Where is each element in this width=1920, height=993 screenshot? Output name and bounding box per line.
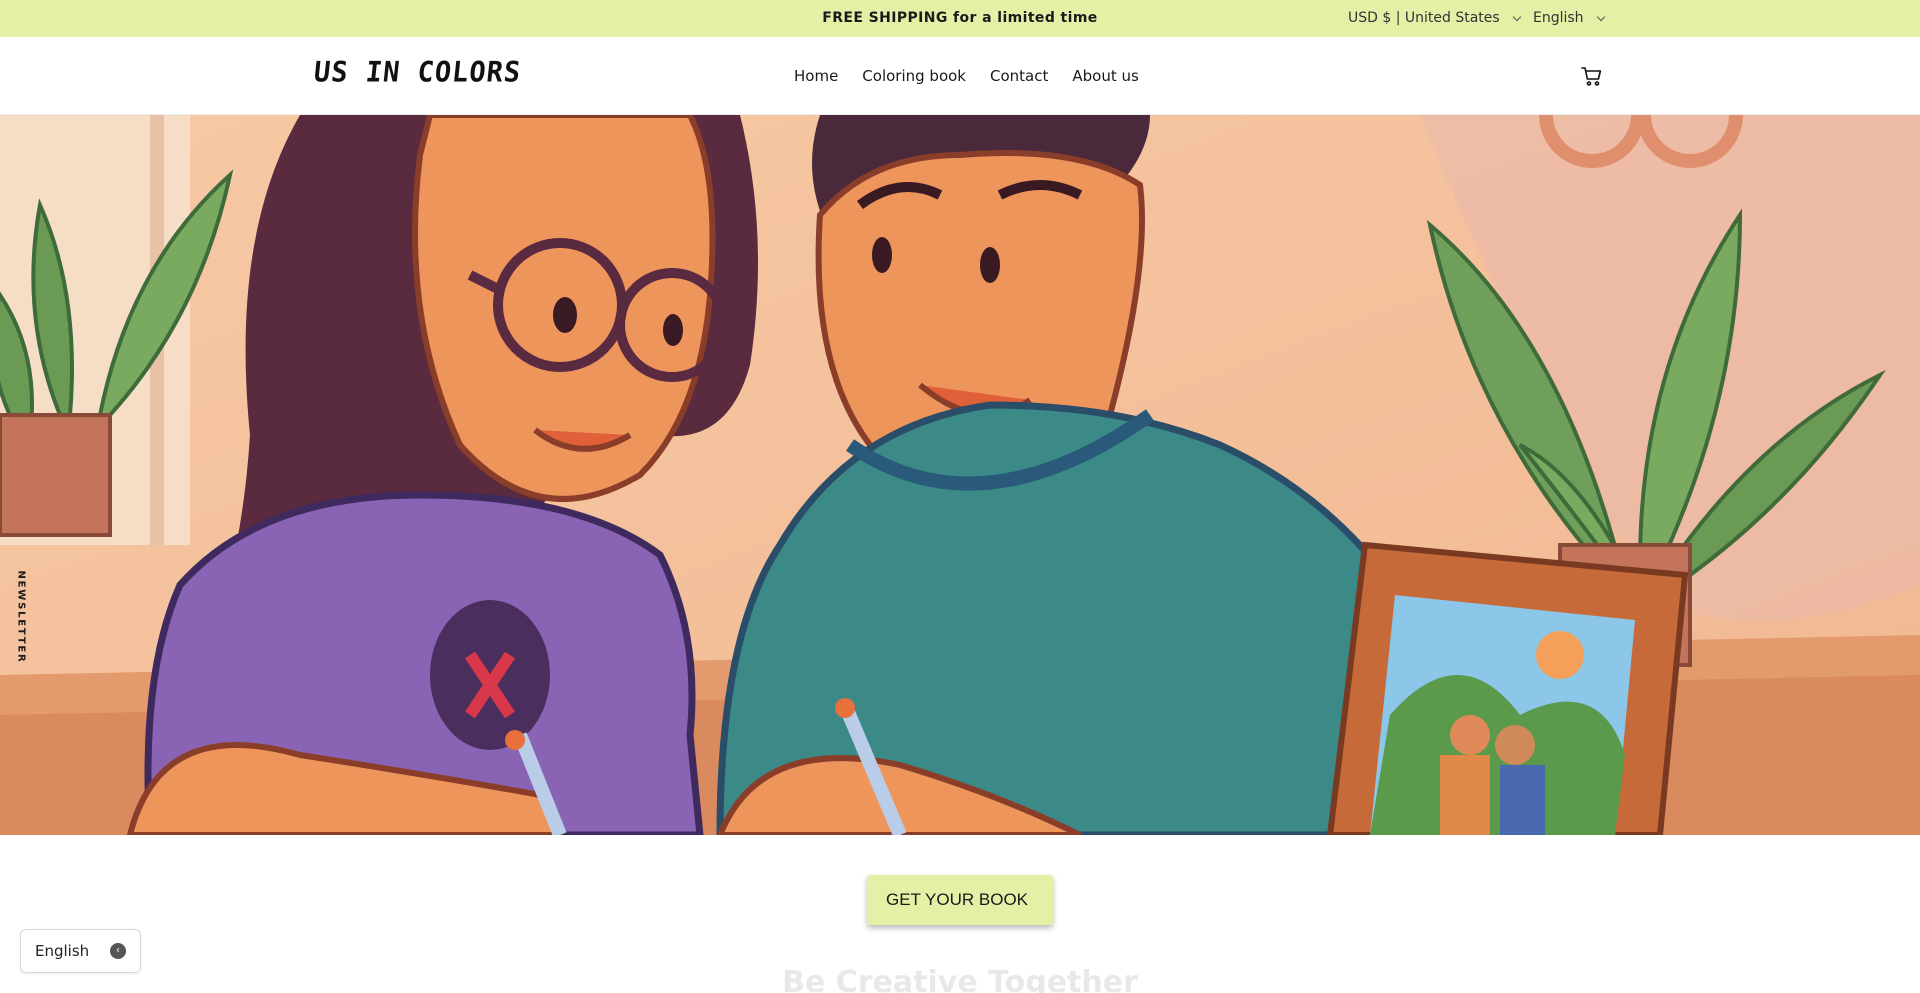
- language-widget-label: English: [35, 942, 90, 960]
- hero-banner: NEWSLETTER: [0, 115, 1920, 835]
- nav-about-us[interactable]: About us: [1072, 67, 1138, 85]
- language-selector[interactable]: English: [1533, 0, 1605, 37]
- get-your-book-button[interactable]: GET YOUR BOOK: [867, 875, 1053, 925]
- hero-illustration: [0, 115, 1920, 835]
- announcement-bar: FREE SHIPPING for a limited time USD $ |…: [0, 0, 1920, 37]
- newsletter-tab-label: NEWSLETTER: [15, 570, 27, 664]
- newsletter-tab[interactable]: NEWSLETTER: [8, 570, 34, 663]
- main-nav: Home Coloring book Contact About us: [794, 37, 1139, 115]
- nav-contact[interactable]: Contact: [990, 67, 1048, 85]
- chevron-down-icon: [1596, 12, 1605, 22]
- nav-home[interactable]: Home: [794, 67, 838, 85]
- chevron-down-icon: [1512, 12, 1521, 22]
- language-widget[interactable]: English ‹: [20, 929, 141, 973]
- currency-label: USD $ | United States: [1348, 10, 1500, 26]
- announcement-text: FREE SHIPPING for a limited time: [822, 10, 1098, 26]
- cart-icon[interactable]: [1580, 64, 1604, 88]
- section-heading: Be Creative Together: [782, 965, 1138, 993]
- nav-coloring-book[interactable]: Coloring book: [862, 67, 966, 85]
- currency-selector[interactable]: USD $ | United States: [1348, 0, 1521, 37]
- site-header: US IN COLORS Home Coloring book Contact …: [0, 37, 1920, 115]
- chevron-left-icon[interactable]: ‹: [110, 943, 126, 959]
- site-logo[interactable]: US IN COLORS: [312, 56, 522, 89]
- get-your-book-label: GET YOUR BOOK: [885, 890, 1029, 909]
- language-label: English: [1533, 10, 1584, 26]
